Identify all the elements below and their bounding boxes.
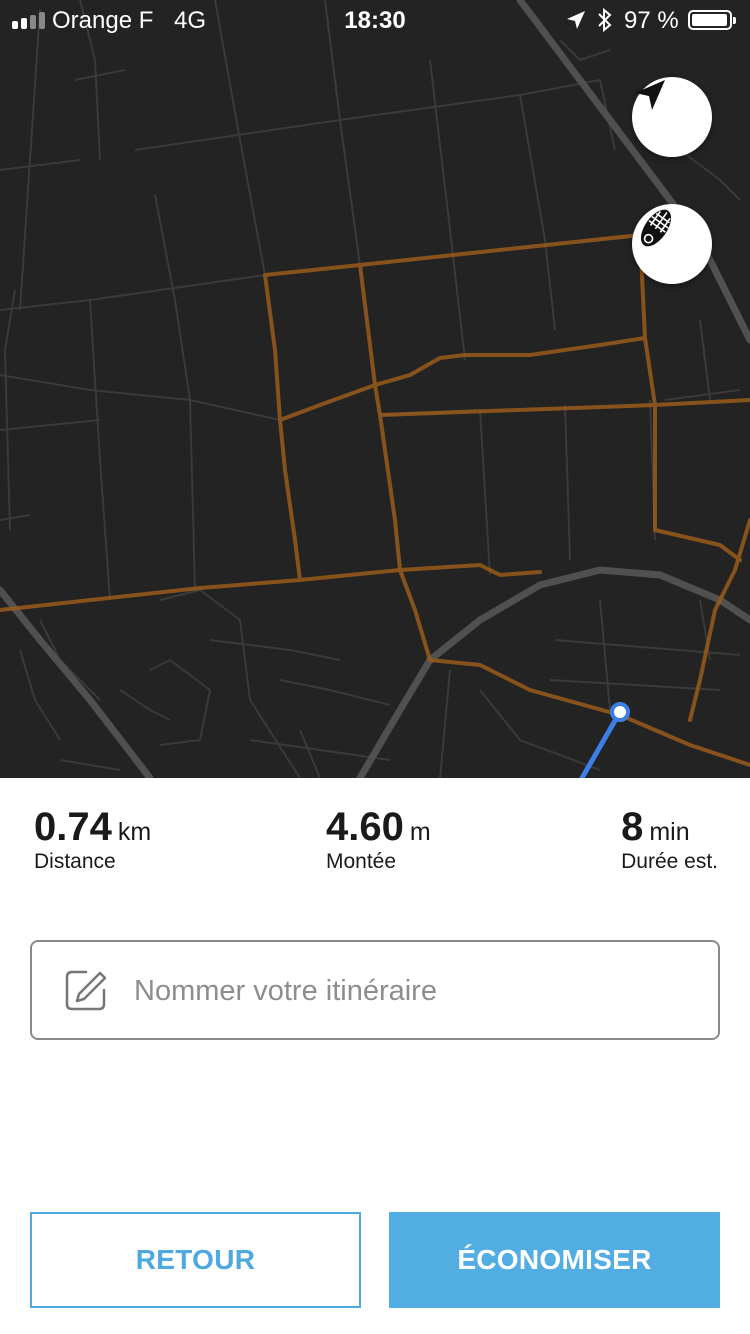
locate-button[interactable] [632, 77, 712, 157]
climb-label: Montée [326, 850, 397, 873]
climb-unit: m [409, 818, 431, 846]
route-name-field[interactable] [30, 940, 720, 1040]
back-button[interactable]: RETOUR [30, 1212, 361, 1308]
route-start-marker[interactable] [610, 702, 630, 722]
activity-type-button[interactable] [632, 204, 712, 284]
route-map[interactable] [0, 0, 750, 778]
distance-stat: 0.74 km Distance [34, 805, 151, 874]
distance-value: 0.74 [34, 805, 112, 849]
climb-value: 4.60 [326, 805, 404, 849]
save-button[interactable]: ÉCONOMISER [389, 1212, 720, 1308]
battery-percentage: 97 % [624, 7, 679, 34]
status-bar: Orange F 4G 18:30 97 % [0, 0, 750, 40]
edit-pencil-icon [64, 968, 108, 1017]
battery-icon [688, 10, 736, 30]
distance-label: Distance [34, 850, 116, 873]
duration-stat: 8 min Durée est. [621, 805, 718, 874]
duration-value: 8 [621, 805, 644, 849]
distance-unit: km [117, 818, 152, 846]
duration-label: Durée est. [621, 850, 718, 873]
climb-stat: 4.60 m Montée [326, 805, 431, 874]
duration-unit: min [649, 818, 690, 846]
route-name-input[interactable] [132, 962, 696, 1020]
location-arrow-icon [566, 9, 586, 37]
bluetooth-icon [597, 7, 613, 39]
